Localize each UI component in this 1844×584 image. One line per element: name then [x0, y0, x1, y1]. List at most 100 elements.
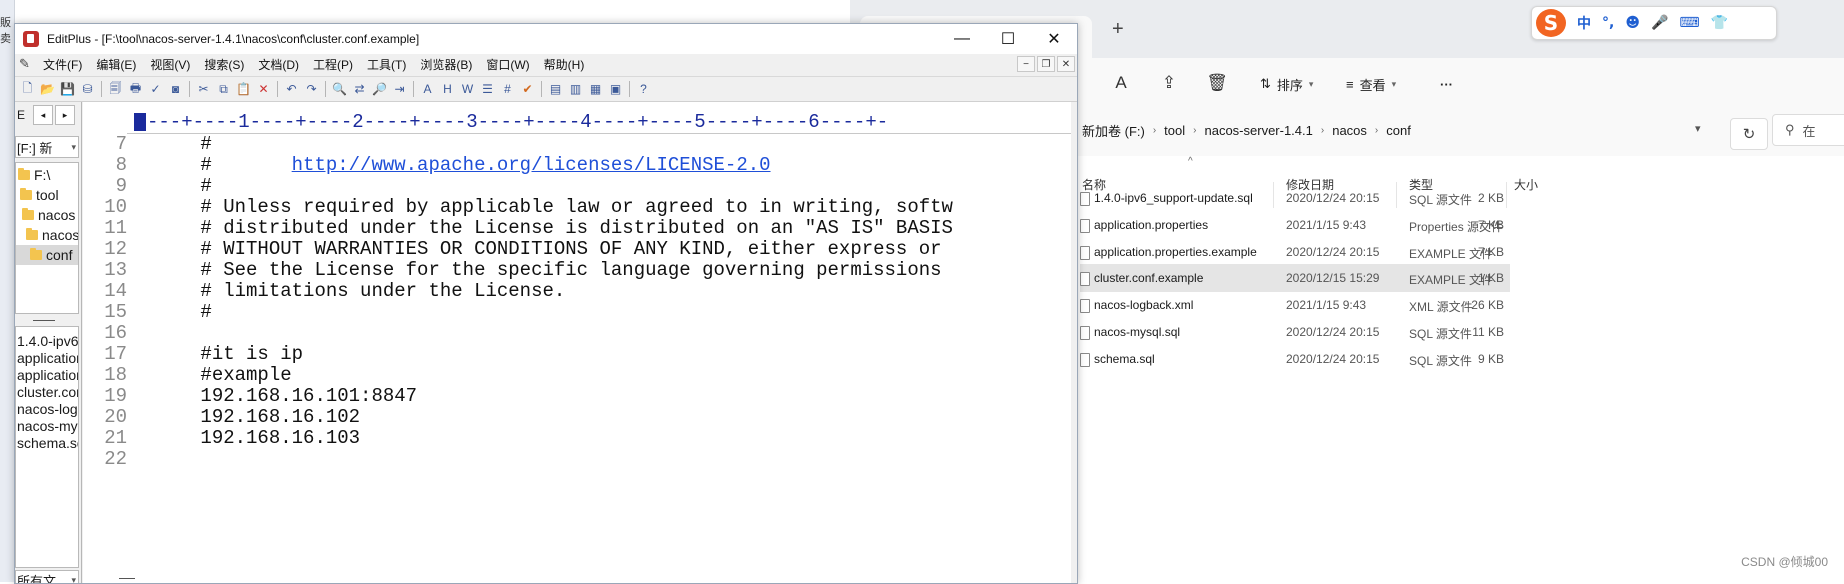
new-tab-button[interactable]: + [1112, 18, 1124, 41]
ime-punctuation-icon[interactable]: °, [1602, 15, 1614, 31]
file-row-selected[interactable]: cluster.conf.example 2020/12/15 15:29 EX… [1080, 264, 1510, 292]
share-icon[interactable]: ⇪ [1156, 70, 1182, 96]
file-row[interactable]: application.properties 2021/1/15 9:43 Pr… [1080, 211, 1510, 239]
undo-icon[interactable]: ↶ [283, 81, 300, 98]
doc-restore-button[interactable]: ❐ [1037, 56, 1055, 72]
directory-file-item[interactable]: schema.sql [17, 435, 79, 451]
check-icon[interactable]: ✔ [519, 81, 536, 98]
doc-minimize-button[interactable]: − [1017, 56, 1035, 72]
maximize-button[interactable]: ☐ [985, 24, 1031, 54]
editor-area[interactable]: ---+----1----+----2----+----3----+----4-… [83, 102, 1071, 583]
ime-emoji-icon[interactable]: ☻ [1625, 15, 1640, 31]
license-link[interactable]: http://www.apache.org/licenses/LICENSE-2… [292, 154, 771, 176]
breadcrumb[interactable]: 新加卷 (F:) › tool › nacos-server-1.4.1 › n… [1074, 114, 1562, 146]
font-icon[interactable]: A [419, 81, 436, 98]
print-preview-icon[interactable]: 🗐 [107, 81, 124, 98]
menu-document[interactable]: 文档(D) [258, 56, 299, 73]
word-wrap-icon[interactable]: W [459, 81, 476, 98]
menu-search[interactable]: 搜索(S) [204, 56, 244, 73]
ime-toolbar[interactable]: S 中 °, ☻ 🎤 ⌨ 👕 [1531, 6, 1777, 40]
directory-file-item[interactable]: application.properties [17, 350, 79, 366]
print-icon[interactable]: 🖶 [127, 81, 144, 98]
directory-file-item[interactable]: nacos-mysql.sql [17, 418, 79, 434]
menu-edit[interactable]: 编辑(E) [96, 56, 136, 73]
ruler-toggle-icon[interactable]: ☰ [479, 81, 496, 98]
directory-window-icon[interactable]: ▥ [567, 81, 584, 98]
replace-icon[interactable]: ⇄ [351, 81, 368, 98]
find-icon[interactable]: 🔍 [331, 81, 348, 98]
horizontal-scroll-grip[interactable] [119, 578, 135, 579]
spell-check-icon[interactable]: ✓ [147, 81, 164, 98]
more-options-button[interactable]: ··· [1440, 72, 1453, 96]
vertical-scrollbar[interactable] [1071, 102, 1077, 583]
address-dropdown-icon[interactable]: ▾ [1695, 122, 1701, 135]
close-button[interactable]: ✕ [1031, 24, 1077, 54]
breadcrumb-item[interactable]: nacos [1332, 123, 1367, 138]
drive-select[interactable]: [F:] 新 ▾ [15, 136, 79, 158]
hex-icon[interactable]: H [439, 81, 456, 98]
file-row[interactable]: 1.4.0-ipv6_support-update.sql 2020/12/24… [1080, 184, 1510, 212]
directory-file-item[interactable]: 1.4.0-ipv6_support-update.sql [17, 333, 79, 349]
tree-node[interactable]: nacos [22, 205, 75, 225]
find-in-files-icon[interactable]: 🔎 [371, 81, 388, 98]
sogou-logo-icon[interactable]: S [1536, 9, 1566, 37]
directory-file-item[interactable]: nacos-logback.xml [17, 401, 79, 417]
copy-icon[interactable]: ⧉ [215, 81, 232, 98]
menu-window[interactable]: 窗口(W) [486, 56, 529, 73]
doc-close-button[interactable]: ✕ [1057, 56, 1075, 72]
redo-icon[interactable]: ↷ [303, 81, 320, 98]
arrow-right-icon[interactable]: ▸ [55, 105, 75, 125]
cliptext-window-icon[interactable]: ▤ [547, 81, 564, 98]
delete-icon[interactable]: 🗑 [1204, 70, 1230, 96]
directory-file-item[interactable]: cluster.conf.example [17, 384, 79, 400]
arrow-left-icon[interactable]: ◂ [33, 105, 53, 125]
paste-icon[interactable]: 📋 [235, 81, 252, 98]
file-row[interactable]: nacos-mysql.sql 2020/12/24 20:15 SQL 源文件… [1080, 318, 1510, 346]
ime-voice-icon[interactable]: 🎤 [1651, 15, 1668, 31]
breadcrumb-item[interactable]: conf [1386, 123, 1411, 138]
menu-browser[interactable]: 浏览器(B) [420, 56, 472, 73]
code-text[interactable]: # # http://www.apache.org/licenses/LICEN… [132, 133, 1078, 573]
cut-icon[interactable]: ✂ [195, 81, 212, 98]
breadcrumb-item[interactable]: 新加卷 (F:) [1082, 121, 1145, 140]
menu-file[interactable]: 文件(F) [43, 56, 82, 73]
file-row[interactable]: schema.sql 2020/12/24 20:15 SQL 源文件 9 KB [1080, 345, 1510, 373]
file-row[interactable]: nacos-logback.xml 2021/1/15 9:43 XML 源文件… [1080, 291, 1510, 319]
goto-line-icon[interactable]: ⇥ [391, 81, 408, 98]
directory-file-item[interactable]: application.properties.example [17, 367, 79, 383]
tree-node-selected[interactable]: conf [16, 245, 79, 265]
ime-skin-icon[interactable]: 👕 [1711, 15, 1728, 31]
breadcrumb-item[interactable]: tool [1164, 123, 1185, 138]
breadcrumb-item[interactable]: nacos-server-1.4.1 [1204, 123, 1312, 138]
tree-node[interactable]: nacos [26, 225, 79, 245]
rename-icon[interactable]: A [1108, 70, 1134, 96]
view-button[interactable]: ≡ 查看 ▾ [1346, 72, 1396, 96]
delete-icon[interactable]: ✕ [255, 81, 272, 98]
help-icon[interactable]: ? [635, 81, 652, 98]
minimize-button[interactable]: — [939, 24, 985, 54]
column-header-size[interactable]: 大小 [1514, 176, 1538, 196]
save-icon[interactable]: 💾 [59, 81, 76, 98]
line-number-icon[interactable]: # [499, 81, 516, 98]
sort-button[interactable]: ⇅ 排序 ▾ [1260, 72, 1313, 96]
menu-tools[interactable]: 工具(T) [367, 56, 406, 73]
file-row[interactable]: application.properties.example 2020/12/2… [1080, 238, 1510, 266]
save-all-icon[interactable]: ⛁ [79, 81, 96, 98]
directory-tab-label[interactable]: E [17, 108, 31, 122]
search-input[interactable]: ⚲ 在 [1772, 114, 1844, 146]
title-bar[interactable]: EditPlus - [F:\tool\nacos-server-1.4.1\n… [15, 24, 1077, 54]
open-file-icon[interactable]: 📂 [39, 81, 56, 98]
refresh-button[interactable]: ↻ [1730, 118, 1768, 150]
output-window-icon[interactable]: ▦ [587, 81, 604, 98]
menu-project[interactable]: 工程(P) [313, 56, 353, 73]
pane-splitter[interactable] [33, 320, 55, 321]
ime-keyboard-icon[interactable]: ⌨ [1679, 15, 1699, 31]
tree-node[interactable]: F:\ [18, 165, 50, 185]
menu-view[interactable]: 视图(V) [150, 56, 190, 73]
new-file-icon[interactable]: 🗋 [19, 81, 36, 98]
ime-chinese-mode[interactable]: 中 [1577, 13, 1591, 33]
menu-help[interactable]: 帮助(H) [544, 56, 585, 73]
browser-preview-icon[interactable]: ◙ [167, 81, 184, 98]
tree-node[interactable]: tool [20, 185, 59, 205]
full-screen-icon[interactable]: ▣ [607, 81, 624, 98]
